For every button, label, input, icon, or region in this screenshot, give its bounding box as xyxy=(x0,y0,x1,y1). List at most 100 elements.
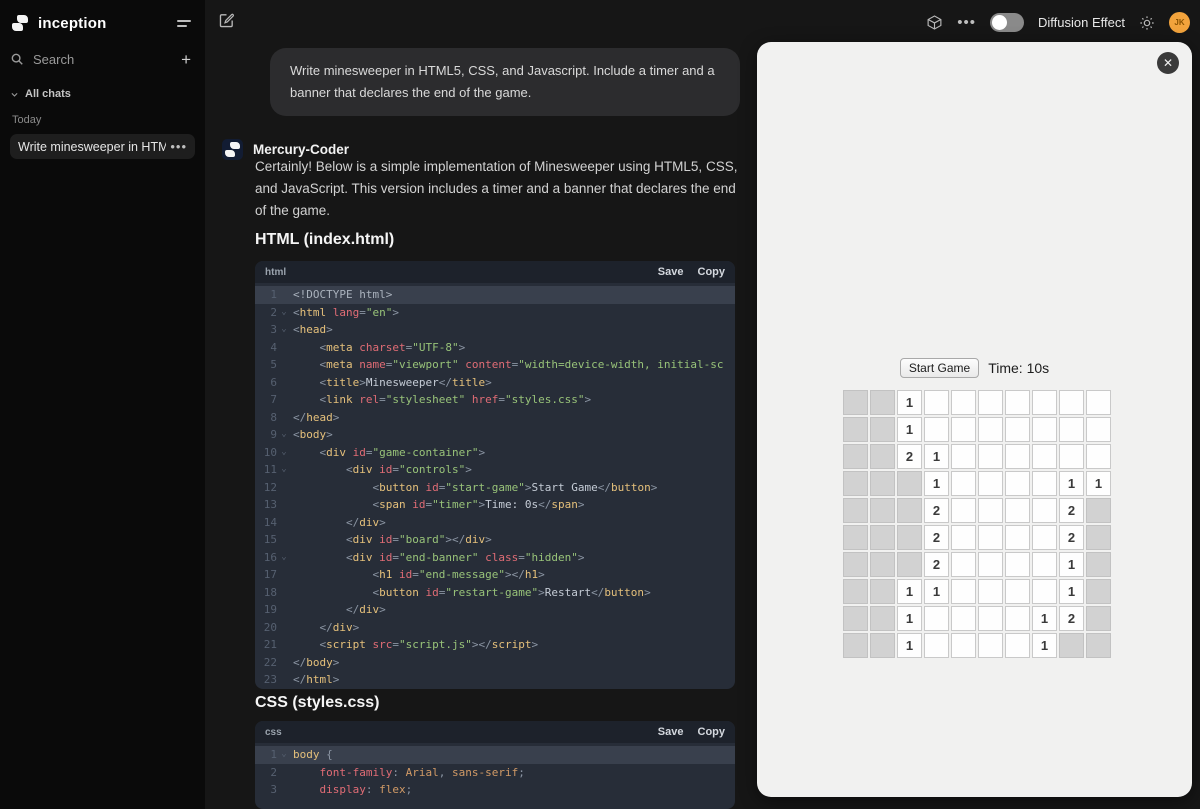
grid-cell[interactable] xyxy=(978,417,1003,442)
grid-cell[interactable]: 1 xyxy=(1032,633,1057,658)
grid-cell[interactable] xyxy=(978,471,1003,496)
grid-cell[interactable] xyxy=(843,525,868,550)
grid-cell[interactable] xyxy=(951,606,976,631)
grid-cell[interactable] xyxy=(870,444,895,469)
grid-cell[interactable]: 1 xyxy=(924,471,949,496)
grid-cell[interactable] xyxy=(951,552,976,577)
grid-cell[interactable] xyxy=(843,471,868,496)
grid-cell[interactable] xyxy=(924,417,949,442)
grid-cell[interactable]: 1 xyxy=(1032,606,1057,631)
grid-cell[interactable] xyxy=(978,390,1003,415)
fold-chevron-icon[interactable]: ⌄ xyxy=(277,746,291,764)
grid-cell[interactable]: 2 xyxy=(1059,498,1084,523)
grid-cell[interactable] xyxy=(978,525,1003,550)
grid-cell[interactable] xyxy=(1086,444,1111,469)
grid-cell[interactable] xyxy=(1005,525,1030,550)
grid-cell[interactable] xyxy=(843,606,868,631)
grid-cell[interactable] xyxy=(1086,525,1111,550)
grid-cell[interactable]: 1 xyxy=(897,390,922,415)
grid-cell[interactable] xyxy=(951,498,976,523)
grid-cell[interactable]: 2 xyxy=(924,498,949,523)
grid-cell[interactable] xyxy=(1059,633,1084,658)
new-chat-button[interactable]: + xyxy=(177,49,195,70)
grid-cell[interactable] xyxy=(1005,633,1030,658)
grid-cell[interactable]: 2 xyxy=(1059,525,1084,550)
grid-cell[interactable] xyxy=(1086,579,1111,604)
grid-cell[interactable] xyxy=(1005,390,1030,415)
grid-cell[interactable] xyxy=(1032,552,1057,577)
grid-cell[interactable] xyxy=(1086,606,1111,631)
grid-cell[interactable] xyxy=(1086,417,1111,442)
grid-cell[interactable] xyxy=(924,633,949,658)
grid-cell[interactable] xyxy=(1059,417,1084,442)
fold-chevron-icon[interactable]: ⌄ xyxy=(277,304,291,322)
diffusion-effect-toggle[interactable] xyxy=(990,13,1025,32)
grid-cell[interactable] xyxy=(951,471,976,496)
grid-cell[interactable] xyxy=(1005,417,1030,442)
grid-cell[interactable] xyxy=(843,552,868,577)
grid-cell[interactable] xyxy=(1032,390,1057,415)
grid-cell[interactable]: 2 xyxy=(924,552,949,577)
grid-cell[interactable] xyxy=(870,417,895,442)
more-options-icon[interactable]: ••• xyxy=(957,14,976,31)
save-button[interactable]: Save xyxy=(658,266,684,278)
grid-cell[interactable] xyxy=(951,633,976,658)
grid-cell[interactable] xyxy=(1032,525,1057,550)
start-game-button[interactable]: Start Game xyxy=(899,358,980,378)
sidebar-toggle-icon[interactable] xyxy=(173,16,195,31)
fold-chevron-icon[interactable]: ⌄ xyxy=(277,444,291,462)
all-chats-toggle[interactable]: All chats xyxy=(10,88,195,100)
grid-cell[interactable] xyxy=(924,390,949,415)
grid-cell[interactable] xyxy=(897,525,922,550)
copy-button[interactable]: Copy xyxy=(698,266,726,278)
grid-cell[interactable] xyxy=(1086,498,1111,523)
grid-cell[interactable] xyxy=(870,606,895,631)
close-icon[interactable]: ✕ xyxy=(1157,52,1179,74)
grid-cell[interactable] xyxy=(843,417,868,442)
grid-cell[interactable] xyxy=(1032,444,1057,469)
grid-cell[interactable] xyxy=(870,525,895,550)
grid-cell[interactable] xyxy=(951,579,976,604)
grid-cell[interactable] xyxy=(843,444,868,469)
grid-cell[interactable] xyxy=(1005,444,1030,469)
grid-cell[interactable] xyxy=(870,498,895,523)
grid-cell[interactable] xyxy=(978,498,1003,523)
grid-cell[interactable] xyxy=(951,525,976,550)
grid-cell[interactable] xyxy=(978,579,1003,604)
grid-cell[interactable] xyxy=(1086,390,1111,415)
grid-cell[interactable] xyxy=(1059,390,1084,415)
save-button[interactable]: Save xyxy=(658,726,684,738)
grid-cell[interactable] xyxy=(1032,579,1057,604)
grid-cell[interactable] xyxy=(843,579,868,604)
grid-cell[interactable] xyxy=(1032,417,1057,442)
grid-cell[interactable] xyxy=(1005,498,1030,523)
grid-cell[interactable]: 1 xyxy=(897,606,922,631)
grid-cell[interactable] xyxy=(951,390,976,415)
grid-cell[interactable] xyxy=(897,498,922,523)
grid-cell[interactable]: 1 xyxy=(1059,552,1084,577)
grid-cell[interactable]: 1 xyxy=(1086,471,1111,496)
grid-cell[interactable] xyxy=(978,606,1003,631)
fold-chevron-icon[interactable]: ⌄ xyxy=(277,321,291,339)
grid-cell[interactable] xyxy=(978,633,1003,658)
grid-cell[interactable] xyxy=(870,579,895,604)
grid-cell[interactable]: 1 xyxy=(1059,579,1084,604)
grid-cell[interactable] xyxy=(843,633,868,658)
search-row[interactable]: Search + xyxy=(10,44,195,74)
grid-cell[interactable] xyxy=(951,417,976,442)
grid-cell[interactable] xyxy=(870,552,895,577)
fold-chevron-icon[interactable]: ⌄ xyxy=(277,461,291,479)
grid-cell[interactable] xyxy=(870,390,895,415)
grid-cell[interactable]: 2 xyxy=(924,525,949,550)
grid-cell[interactable]: 2 xyxy=(897,444,922,469)
grid-cell[interactable] xyxy=(978,444,1003,469)
grid-cell[interactable] xyxy=(1032,471,1057,496)
grid-cell[interactable] xyxy=(951,444,976,469)
grid-cell[interactable] xyxy=(870,471,895,496)
chat-item-menu-icon[interactable]: ••• xyxy=(170,139,187,154)
chat-list-item[interactable]: Write minesweeper in HTML5 ••• xyxy=(10,134,195,159)
grid-cell[interactable]: 1 xyxy=(924,444,949,469)
grid-cell[interactable] xyxy=(843,498,868,523)
theme-sun-icon[interactable] xyxy=(1139,15,1155,31)
grid-cell[interactable] xyxy=(924,606,949,631)
